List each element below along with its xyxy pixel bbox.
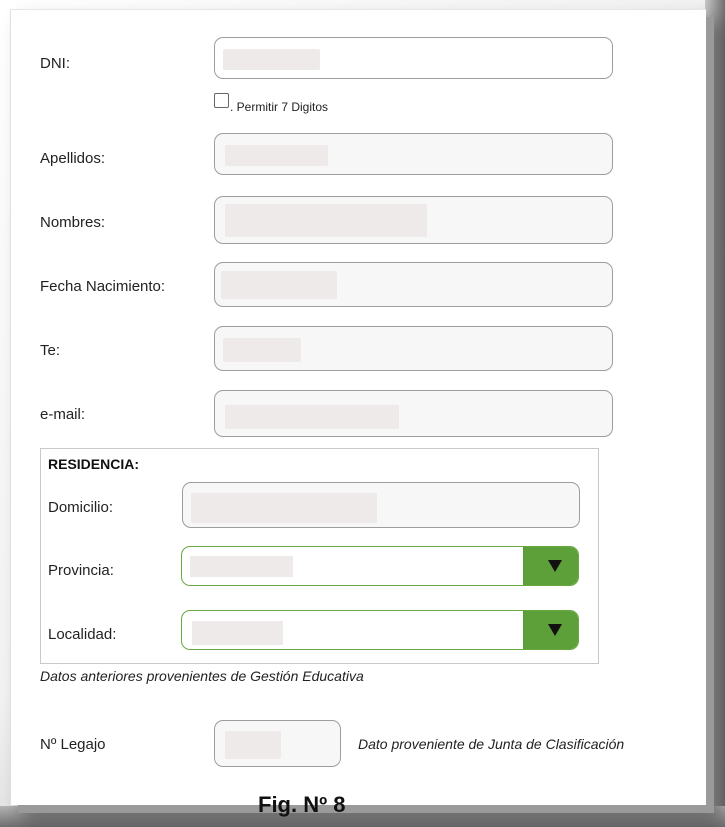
legajo-label: Nº Legajo: [40, 736, 106, 753]
legajo-input[interactable]: [214, 720, 341, 767]
domicilio-label: Domicilio:: [48, 499, 114, 516]
domicilio-input[interactable]: [182, 482, 580, 528]
redacted-value: [223, 338, 301, 362]
te-input[interactable]: [214, 326, 613, 371]
frame-bottom-edge: [0, 806, 725, 827]
localidad-select[interactable]: [181, 610, 579, 650]
redacted-value: [192, 621, 283, 645]
provincia-select[interactable]: [181, 546, 579, 586]
redacted-value: [191, 493, 377, 523]
redacted-value: [225, 405, 399, 429]
dni-input[interactable]: [214, 37, 613, 79]
junta-note: Dato proveniente de Junta de Clasificaci…: [358, 736, 625, 752]
redacted-value: [225, 204, 427, 237]
dni-label: DNI:: [40, 55, 70, 72]
te-label: Te:: [40, 342, 61, 359]
email-input[interactable]: [214, 390, 613, 437]
apellidos-label: Apellidos:: [40, 150, 106, 167]
nombres-label: Nombres:: [40, 214, 106, 231]
permit-7-digits-checkbox[interactable]: [214, 93, 229, 108]
fecha-nacimiento-input[interactable]: [214, 262, 613, 307]
chevron-down-icon: [548, 560, 562, 572]
provincia-dropdown-button[interactable]: [523, 547, 578, 585]
redacted-value: [221, 271, 337, 299]
redacted-value: [223, 49, 320, 70]
redacted-value: [225, 145, 328, 166]
apellidos-input[interactable]: [214, 133, 613, 175]
redacted-value: [225, 731, 281, 759]
frame-right-edge: [705, 0, 725, 827]
permit-7-digits-label: . Permitir 7 Digitos: [230, 100, 329, 114]
figure-caption: Fig. Nº 8: [258, 792, 346, 817]
gestion-note: Datos anteriores provenientes de Gestión…: [40, 668, 364, 684]
fecha-nacimiento-label: Fecha Nacimiento:: [40, 278, 166, 295]
residencia-title: RESIDENCIA:: [48, 456, 140, 472]
redacted-value: [190, 556, 293, 577]
localidad-label: Localidad:: [48, 626, 117, 643]
provincia-label: Provincia:: [48, 562, 114, 579]
email-label: e-mail:: [40, 406, 86, 423]
chevron-down-icon: [548, 624, 562, 636]
localidad-dropdown-button[interactable]: [523, 611, 578, 649]
nombres-input[interactable]: [214, 196, 613, 244]
